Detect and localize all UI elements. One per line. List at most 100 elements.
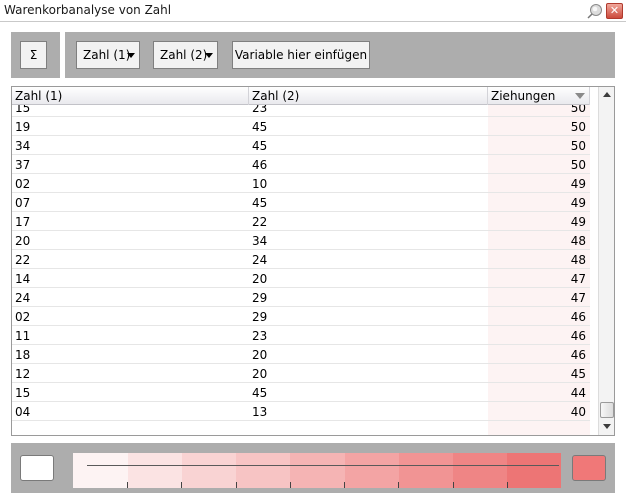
cell-zahl-2: 45 bbox=[252, 386, 268, 400]
insert-variable-button[interactable]: Variable hier einfügen bbox=[232, 41, 370, 69]
table-row[interactable]: 15 45 44 bbox=[12, 383, 590, 402]
table-row[interactable]: 14 20 47 bbox=[12, 269, 590, 288]
cell-zahl-2: 22 bbox=[252, 215, 268, 229]
cell-zahl-2: 29 bbox=[252, 310, 268, 324]
cell-zahl-1: 18 bbox=[15, 348, 31, 362]
table-row[interactable]: 22 24 48 bbox=[12, 250, 590, 269]
table-row[interactable]: 02 29 46 bbox=[12, 307, 590, 326]
cell-zahl-2: 34 bbox=[252, 234, 268, 248]
cell-zahl-2: 45 bbox=[252, 139, 268, 153]
table-row[interactable]: 12 20 45 bbox=[12, 364, 590, 383]
cell-ziehungen: 47 bbox=[570, 291, 586, 305]
gradient-segment bbox=[398, 453, 454, 488]
gradient-line bbox=[87, 465, 559, 466]
table-body: 15 23 50 19 45 50 34 45 50 37 46 50 02 10 49 07 45 49 17 22… bbox=[12, 98, 590, 421]
cell-zahl-2: 45 bbox=[252, 196, 268, 210]
table-header: Zahl (1) Zahl (2) Ziehungen bbox=[12, 87, 590, 105]
table-row[interactable]: 02 10 49 bbox=[12, 174, 590, 193]
cell-ziehungen: 40 bbox=[570, 405, 586, 419]
high-color-swatch[interactable] bbox=[572, 455, 606, 481]
gradient-segment bbox=[344, 453, 399, 488]
column-header-ziehungen-label: Ziehungen bbox=[491, 89, 556, 103]
cell-zahl-2: 20 bbox=[252, 272, 268, 286]
toolbar-divider bbox=[60, 32, 65, 78]
cell-zahl-1: 14 bbox=[15, 272, 31, 286]
chevron-down-icon bbox=[205, 53, 213, 58]
cell-zahl-1: 04 bbox=[15, 405, 31, 419]
scrollbar-thumb[interactable] bbox=[600, 402, 614, 418]
cell-zahl-2: 10 bbox=[252, 177, 268, 191]
color-gradient-slider[interactable] bbox=[73, 453, 562, 488]
cell-ziehungen: 50 bbox=[570, 120, 586, 134]
scroll-up-icon[interactable] bbox=[603, 92, 611, 97]
table-row[interactable]: 11 23 46 bbox=[12, 326, 590, 345]
gradient-tick bbox=[452, 482, 454, 488]
cell-ziehungen: 46 bbox=[570, 310, 586, 324]
column-header-zahl-2[interactable]: Zahl (2) bbox=[249, 87, 488, 105]
sum-button[interactable]: Σ bbox=[20, 41, 47, 69]
cell-zahl-1: 07 bbox=[15, 196, 31, 210]
gradient-tick bbox=[398, 482, 400, 488]
table-row[interactable]: 24 29 47 bbox=[12, 288, 590, 307]
dropdown-zahl-2-label: Zahl (2) bbox=[160, 48, 208, 62]
cell-ziehungen: 44 bbox=[570, 386, 586, 400]
cell-ziehungen: 48 bbox=[570, 234, 586, 248]
cell-zahl-1: 02 bbox=[15, 177, 31, 191]
table-row[interactable]: 17 22 49 bbox=[12, 212, 590, 231]
cell-zahl-1: 22 bbox=[15, 253, 31, 267]
dropdown-zahl-1-label: Zahl (1) bbox=[83, 48, 131, 62]
cell-zahl-2: 46 bbox=[252, 158, 268, 172]
gradient-segment bbox=[235, 453, 291, 488]
cell-ziehungen: 46 bbox=[570, 348, 586, 362]
cell-ziehungen: 50 bbox=[570, 158, 586, 172]
dropdown-zahl-2[interactable]: Zahl (2) bbox=[153, 41, 218, 69]
column-header-ziehungen[interactable]: Ziehungen bbox=[488, 87, 590, 105]
insert-variable-label: Variable hier einfügen bbox=[234, 48, 368, 62]
cell-zahl-2: 20 bbox=[252, 348, 268, 362]
cell-ziehungen: 49 bbox=[570, 215, 586, 229]
sort-descending-icon bbox=[575, 93, 585, 99]
cell-zahl-2: 23 bbox=[252, 329, 268, 343]
dropdown-zahl-1[interactable]: Zahl (1) bbox=[76, 41, 140, 69]
close-icon: ✕ bbox=[609, 4, 620, 17]
cell-zahl-1: 17 bbox=[15, 215, 31, 229]
gradient-segment bbox=[73, 453, 128, 488]
close-button[interactable]: ✕ bbox=[606, 3, 623, 19]
title-bar: Warenkorbanalyse von Zahl ✕ bbox=[0, 0, 626, 22]
cell-zahl-1: 34 bbox=[15, 139, 31, 153]
cell-ziehungen: 50 bbox=[570, 139, 586, 153]
table-row[interactable]: 19 45 50 bbox=[12, 117, 590, 136]
gradient-segment bbox=[506, 453, 562, 488]
cell-zahl-2: 29 bbox=[252, 291, 268, 305]
cell-zahl-1: 11 bbox=[15, 329, 31, 343]
table-row[interactable]: 04 13 40 bbox=[12, 402, 590, 421]
gradient-segment bbox=[127, 453, 182, 488]
gradient-tick bbox=[181, 482, 183, 488]
cell-ziehungen: 45 bbox=[570, 367, 586, 381]
cell-ziehungen: 48 bbox=[570, 253, 586, 267]
table-row[interactable]: 07 45 49 bbox=[12, 193, 590, 212]
table-row[interactable]: 20 34 48 bbox=[12, 231, 590, 250]
cell-ziehungen: 49 bbox=[570, 177, 586, 191]
cell-zahl-2: 13 bbox=[252, 405, 268, 419]
scroll-down-icon[interactable] bbox=[603, 424, 611, 429]
gradient-segment bbox=[452, 453, 508, 488]
cell-zahl-1: 24 bbox=[15, 291, 31, 305]
vertical-scrollbar[interactable] bbox=[598, 87, 614, 435]
cell-zahl-1: 19 bbox=[15, 120, 31, 134]
table-row[interactable]: 34 45 50 bbox=[12, 136, 590, 155]
cell-ziehungen: 47 bbox=[570, 272, 586, 286]
column-header-zahl-1[interactable]: Zahl (1) bbox=[12, 87, 249, 105]
table-row[interactable]: 18 20 46 bbox=[12, 345, 590, 364]
gradient-segment bbox=[181, 453, 237, 488]
gradient-tick bbox=[235, 482, 237, 488]
table-row[interactable]: 37 46 50 bbox=[12, 155, 590, 174]
cell-zahl-1: 02 bbox=[15, 310, 31, 324]
cell-ziehungen: 49 bbox=[570, 196, 586, 210]
low-color-swatch[interactable] bbox=[20, 455, 54, 481]
pin-icon[interactable] bbox=[586, 3, 604, 19]
cell-zahl-1: 20 bbox=[15, 234, 31, 248]
sum-label: Σ bbox=[29, 48, 38, 62]
cell-zahl-2: 45 bbox=[252, 120, 268, 134]
window-title: Warenkorbanalyse von Zahl bbox=[4, 3, 172, 17]
